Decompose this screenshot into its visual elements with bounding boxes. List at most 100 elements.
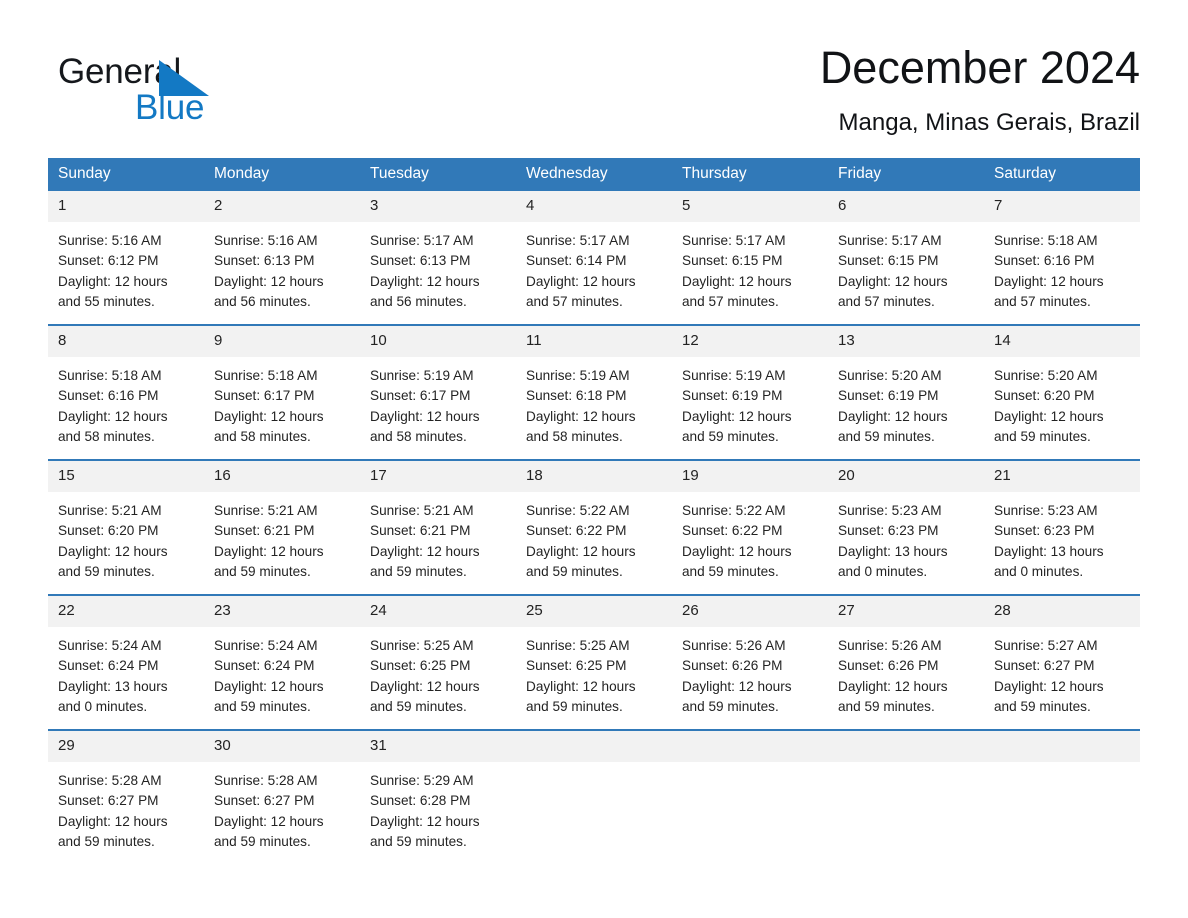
calendar-day-cell[interactable]: 12 Sunrise: 5:19 AM Sunset: 6:19 PM Dayligh… xyxy=(672,324,828,460)
sunrise-text: Sunrise: 5:21 AM xyxy=(370,503,474,518)
sunrise-text: Sunrise: 5:27 AM xyxy=(994,638,1098,653)
calendar-day-cell[interactable]: 3 Sunrise: 5:17 AM Sunset: 6:13 PM Daylight… xyxy=(360,191,516,325)
day-details: Sunrise: 5:28 AM Sunset: 6:27 PM Daylight:… xyxy=(204,762,360,852)
calendar-day-cell[interactable]: 1 Sunrise: 5:16 AM Sunset: 6:12 PM Daylight… xyxy=(48,191,204,325)
calendar-day-cell[interactable]: 2 Sunrise: 5:16 AM Sunset: 6:13 PM Daylight… xyxy=(204,191,360,325)
daylight-text-line1: Daylight: 13 hours xyxy=(994,543,1104,559)
sunrise-text: Sunrise: 5:19 AM xyxy=(526,368,630,383)
day-cell-body: 17 Sunrise: 5:21 AM Sunset: 6:21 PM Dayligh… xyxy=(360,461,516,594)
daylight-text-line1: Daylight: 12 hours xyxy=(58,543,168,559)
calendar-day-cell[interactable]: 17 Sunrise: 5:21 AM Sunset: 6:21 PM Dayligh… xyxy=(360,459,516,595)
calendar-day-cell[interactable]: 26 Sunrise: 5:26 AM Sunset: 6:26 PM Dayligh… xyxy=(672,594,828,730)
calendar-day-cell[interactable]: 7 Sunrise: 5:18 AM Sunset: 6:16 PM Daylight… xyxy=(984,191,1140,325)
calendar-day-cell[interactable] xyxy=(516,729,672,864)
calendar-day-cell[interactable] xyxy=(984,729,1140,864)
calendar-day-cell[interactable]: 10 Sunrise: 5:19 AM Sunset: 6:17 PM Dayligh… xyxy=(360,324,516,460)
calendar-day-cell[interactable]: 16 Sunrise: 5:21 AM Sunset: 6:21 PM Dayligh… xyxy=(204,459,360,595)
sunset-text: Sunset: 6:19 PM xyxy=(682,388,783,404)
calendar-day-cell[interactable]: 30 Sunrise: 5:28 AM Sunset: 6:27 PM Dayligh… xyxy=(204,729,360,864)
day-number: 21 xyxy=(984,461,1140,492)
day-details: Sunrise: 5:22 AM Sunset: 6:22 PM Daylight:… xyxy=(672,492,828,582)
calendar-day-cell[interactable]: 5 Sunrise: 5:17 AM Sunset: 6:15 PM Daylight… xyxy=(672,191,828,325)
day-cell-body: 24 Sunrise: 5:25 AM Sunset: 6:25 PM Dayligh… xyxy=(360,596,516,729)
calendar-day-cell[interactable]: 21 Sunrise: 5:23 AM Sunset: 6:23 PM Dayligh… xyxy=(984,459,1140,595)
calendar-day-cell[interactable] xyxy=(828,729,984,864)
day-cell-body: 6 Sunrise: 5:17 AM Sunset: 6:15 PM Daylight… xyxy=(828,191,984,324)
calendar-day-cell[interactable]: 6 Sunrise: 5:17 AM Sunset: 6:15 PM Daylight… xyxy=(828,191,984,325)
calendar-day-cell[interactable]: 29 Sunrise: 5:28 AM Sunset: 6:27 PM Dayligh… xyxy=(48,729,204,864)
calendar-day-cell[interactable]: 8 Sunrise: 5:18 AM Sunset: 6:16 PM Daylight… xyxy=(48,324,204,460)
sunset-text: Sunset: 6:22 PM xyxy=(682,523,783,539)
calendar-day-cell[interactable]: 18 Sunrise: 5:22 AM Sunset: 6:22 PM Dayligh… xyxy=(516,459,672,595)
daylight-text-line1: Daylight: 12 hours xyxy=(838,408,948,424)
day-cell-body: 7 Sunrise: 5:18 AM Sunset: 6:16 PM Daylight… xyxy=(984,191,1140,324)
daylight-text-line2: and 59 minutes. xyxy=(58,563,155,579)
sunset-text: Sunset: 6:27 PM xyxy=(214,793,315,809)
calendar-day-cell[interactable]: 24 Sunrise: 5:25 AM Sunset: 6:25 PM Dayligh… xyxy=(360,594,516,730)
daylight-text-line1: Daylight: 13 hours xyxy=(58,678,168,694)
calendar-day-cell[interactable]: 14 Sunrise: 5:20 AM Sunset: 6:20 PM Dayligh… xyxy=(984,324,1140,460)
sunset-text: Sunset: 6:24 PM xyxy=(214,658,315,674)
day-number: 15 xyxy=(48,461,204,492)
day-number: 9 xyxy=(204,326,360,357)
calendar-day-cell[interactable]: 13 Sunrise: 5:20 AM Sunset: 6:19 PM Dayligh… xyxy=(828,324,984,460)
day-number: 18 xyxy=(516,461,672,492)
general-blue-logo[interactable]: General Blue xyxy=(58,52,288,138)
logo-text-blue: Blue xyxy=(135,88,205,127)
day-cell-body: 4 Sunrise: 5:17 AM Sunset: 6:14 PM Daylight… xyxy=(516,191,672,324)
sunset-text: Sunset: 6:27 PM xyxy=(58,793,159,809)
calendar-day-cell[interactable]: 4 Sunrise: 5:17 AM Sunset: 6:14 PM Daylight… xyxy=(516,191,672,325)
daylight-text-line2: and 59 minutes. xyxy=(682,428,779,444)
calendar-day-cell[interactable]: 23 Sunrise: 5:24 AM Sunset: 6:24 PM Dayligh… xyxy=(204,594,360,730)
daylight-text-line2: and 59 minutes. xyxy=(838,428,935,444)
day-details: Sunrise: 5:18 AM Sunset: 6:17 PM Daylight:… xyxy=(204,357,360,447)
day-number: 19 xyxy=(672,461,828,492)
day-cell-body: 30 Sunrise: 5:28 AM Sunset: 6:27 PM Dayligh… xyxy=(204,731,360,864)
calendar-week-row: 15 Sunrise: 5:21 AM Sunset: 6:20 PM Dayligh… xyxy=(48,459,1140,595)
daylight-text-line1: Daylight: 12 hours xyxy=(838,273,948,289)
day-details: Sunrise: 5:26 AM Sunset: 6:26 PM Daylight:… xyxy=(672,627,828,717)
sunset-text: Sunset: 6:19 PM xyxy=(838,388,939,404)
daylight-text-line1: Daylight: 12 hours xyxy=(994,678,1104,694)
day-details: Sunrise: 5:29 AM Sunset: 6:28 PM Daylight:… xyxy=(360,762,516,852)
calendar-day-cell[interactable]: 28 Sunrise: 5:27 AM Sunset: 6:27 PM Dayligh… xyxy=(984,594,1140,730)
calendar-page: General Blue December 2024 Manga, Minas … xyxy=(0,0,1188,918)
sunset-text: Sunset: 6:20 PM xyxy=(994,388,1095,404)
calendar-day-cell[interactable]: 15 Sunrise: 5:21 AM Sunset: 6:20 PM Dayligh… xyxy=(48,459,204,595)
calendar-day-cell[interactable]: 20 Sunrise: 5:23 AM Sunset: 6:23 PM Dayligh… xyxy=(828,459,984,595)
calendar-week-row: 8 Sunrise: 5:18 AM Sunset: 6:16 PM Daylight… xyxy=(48,324,1140,460)
daylight-text-line2: and 59 minutes. xyxy=(214,698,311,714)
day-cell-body: 10 Sunrise: 5:19 AM Sunset: 6:17 PM Dayligh… xyxy=(360,326,516,459)
day-number: 11 xyxy=(516,326,672,357)
day-cell-body: 18 Sunrise: 5:22 AM Sunset: 6:22 PM Dayligh… xyxy=(516,461,672,594)
day-details xyxy=(828,762,984,771)
calendar-day-cell[interactable]: 9 Sunrise: 5:18 AM Sunset: 6:17 PM Daylight… xyxy=(204,324,360,460)
sunrise-text: Sunrise: 5:22 AM xyxy=(526,503,630,518)
sunrise-text: Sunrise: 5:17 AM xyxy=(682,233,786,248)
calendar-day-cell[interactable]: 19 Sunrise: 5:22 AM Sunset: 6:22 PM Dayligh… xyxy=(672,459,828,595)
sunrise-text: Sunrise: 5:23 AM xyxy=(994,503,1098,518)
location-subtitle: Manga, Minas Gerais, Brazil xyxy=(838,109,1140,136)
day-cell-body: 1 Sunrise: 5:16 AM Sunset: 6:12 PM Daylight… xyxy=(48,191,204,324)
daylight-text-line2: and 56 minutes. xyxy=(370,293,467,309)
daylight-text-line2: and 59 minutes. xyxy=(526,698,623,714)
day-cell-body xyxy=(672,731,828,864)
calendar-day-cell[interactable] xyxy=(672,729,828,864)
day-cell-body: 13 Sunrise: 5:20 AM Sunset: 6:19 PM Dayligh… xyxy=(828,326,984,459)
daylight-text-line1: Daylight: 12 hours xyxy=(526,543,636,559)
day-details: Sunrise: 5:20 AM Sunset: 6:20 PM Daylight:… xyxy=(984,357,1140,447)
calendar-day-cell[interactable]: 22 Sunrise: 5:24 AM Sunset: 6:24 PM Dayligh… xyxy=(48,594,204,730)
sunrise-text: Sunrise: 5:24 AM xyxy=(214,638,318,653)
daylight-text-line2: and 57 minutes. xyxy=(838,293,935,309)
sunrise-text: Sunrise: 5:17 AM xyxy=(838,233,942,248)
daylight-text-line2: and 56 minutes. xyxy=(214,293,311,309)
calendar-day-cell[interactable]: 31 Sunrise: 5:29 AM Sunset: 6:28 PM Dayligh… xyxy=(360,729,516,864)
sunset-text: Sunset: 6:25 PM xyxy=(526,658,627,674)
calendar-day-cell[interactable]: 27 Sunrise: 5:26 AM Sunset: 6:26 PM Dayligh… xyxy=(828,594,984,730)
calendar-day-cell[interactable]: 25 Sunrise: 5:25 AM Sunset: 6:25 PM Dayligh… xyxy=(516,594,672,730)
calendar-body: 1 Sunrise: 5:16 AM Sunset: 6:12 PM Daylight… xyxy=(48,191,1140,864)
calendar-day-cell[interactable]: 11 Sunrise: 5:19 AM Sunset: 6:18 PM Dayligh… xyxy=(516,324,672,460)
sunrise-text: Sunrise: 5:25 AM xyxy=(370,638,474,653)
day-details: Sunrise: 5:20 AM Sunset: 6:19 PM Daylight:… xyxy=(828,357,984,447)
day-number: 23 xyxy=(204,596,360,627)
